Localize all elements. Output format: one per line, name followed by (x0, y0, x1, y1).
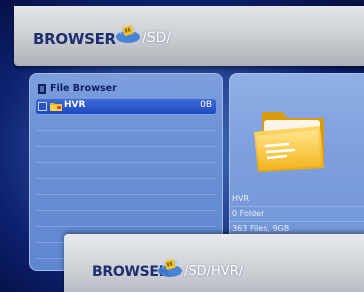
breadcrumb-path: /SD/ (142, 30, 172, 46)
breadcrumb-path: /SD/HVR/ (184, 264, 244, 279)
list-item[interactable] (36, 179, 216, 195)
checkbox[interactable] (38, 102, 47, 111)
sd-card-icon (158, 259, 182, 277)
app-title: BROWSER (33, 30, 116, 48)
list-item-hvr[interactable]: HVR 0B (36, 99, 216, 115)
top-header: BROWSER /SD/ (14, 6, 364, 66)
list-item[interactable] (36, 163, 216, 179)
item-name: HVR (64, 100, 86, 110)
folder-icon (254, 112, 324, 172)
list-item[interactable] (36, 131, 216, 147)
bottom-header: BROWSER /SD/HVR/ (64, 234, 364, 292)
folder-icon (50, 103, 62, 111)
details-name: HVR (230, 192, 364, 207)
list-item[interactable] (36, 195, 216, 211)
list-item[interactable] (36, 211, 216, 227)
item-size: 0B (200, 100, 212, 110)
list-item[interactable] (36, 115, 216, 131)
details-type: 0 Folder (230, 207, 364, 222)
panel-title-label: File Browser (50, 83, 117, 94)
screen: BROWSER /SD/ File Browser HVR 0B HVR 0 F… (0, 0, 364, 292)
panel-title: File Browser (38, 83, 117, 94)
sd-card-icon (116, 25, 140, 43)
list-item[interactable] (36, 147, 216, 163)
